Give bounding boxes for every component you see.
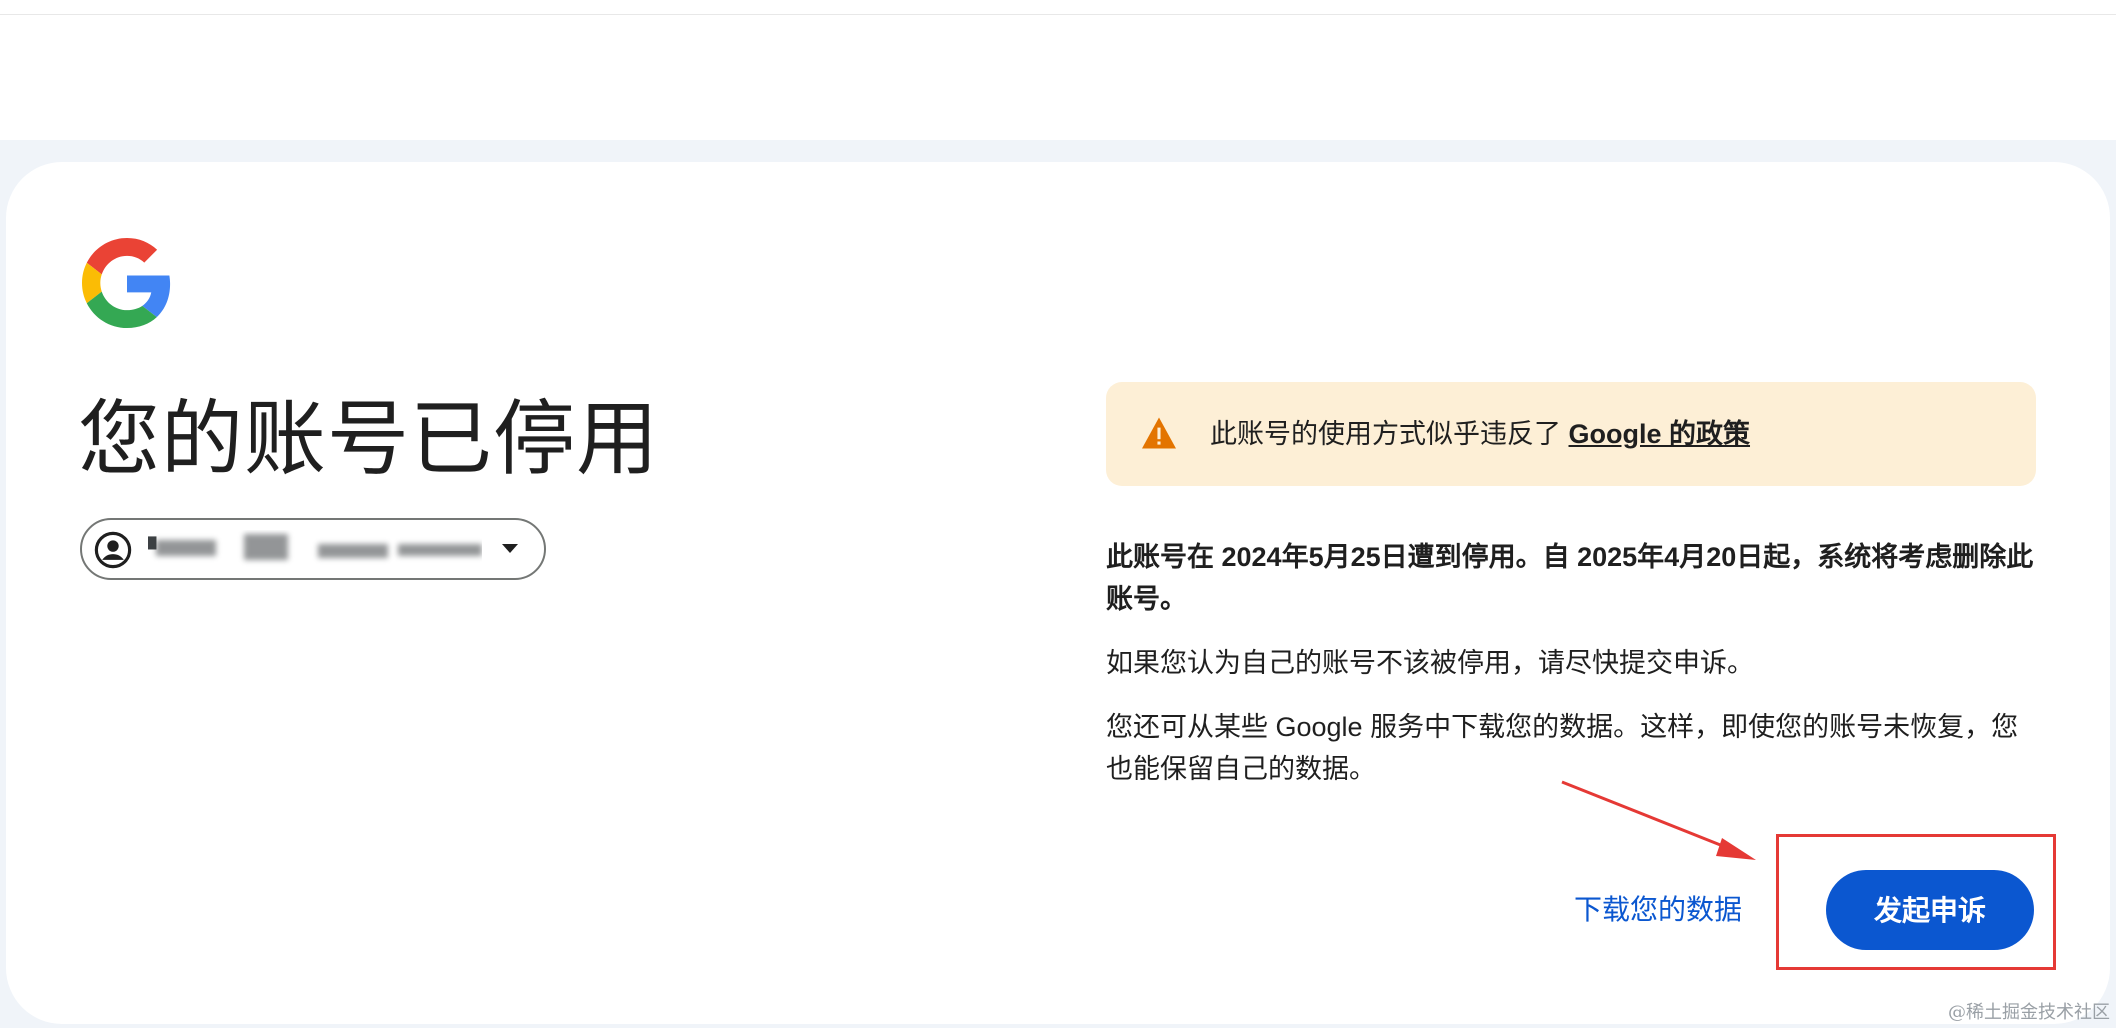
warning-text: 此账号的使用方式似乎违反了 Google 的政策 (1210, 416, 1750, 452)
redacted-email-block (244, 534, 288, 560)
download-data-link[interactable]: 下载您的数据 (1574, 888, 1742, 928)
account-circle-icon (94, 531, 132, 569)
download-info-text: 您还可从某些 Google 服务中下载您的数据。这样，即使您的账号未恢复，您也能… (1106, 712, 2019, 784)
suspension-notice: 此账号在 2024年5月25日遭到停用。自 2025年4月20日起，系统将考虑删… (1106, 542, 2034, 614)
account-chip[interactable]: ▘ (80, 518, 546, 580)
policy-link[interactable]: Google 的政策 (1569, 419, 1751, 449)
redacted-email-block (318, 544, 388, 558)
policy-warning-banner: 此账号的使用方式似乎违反了 Google 的政策 (1106, 382, 2036, 486)
warning-message: 此账号的使用方式似乎违反了 (1210, 419, 1569, 449)
warning-icon (1142, 417, 1176, 449)
redacted-email-block (398, 544, 482, 556)
page-title: 您的账号已停用 (78, 392, 660, 487)
caret-down-icon (502, 544, 518, 553)
appeal-info-text: 如果您认为自己的账号不该被停用，请尽快提交申诉。 (1106, 648, 1754, 678)
top-bar (0, 0, 2116, 15)
annotation-highlight-box (1776, 834, 2056, 970)
google-logo (82, 238, 171, 328)
redacted-email-block (156, 540, 216, 556)
watermark: @稀土掘金技术社区 (1948, 1002, 2110, 1023)
account-email: ▘ (148, 530, 482, 570)
